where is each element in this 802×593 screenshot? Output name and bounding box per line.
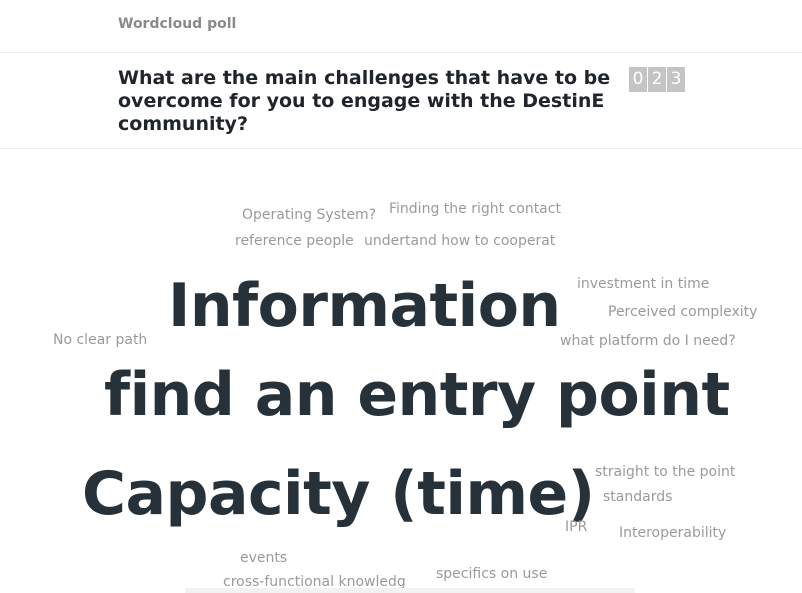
- wordcloud-word: IPR: [565, 519, 588, 535]
- wordcloud-word: No clear path: [53, 332, 148, 348]
- wordcloud-poll-page: Wordcloud poll What are the main challen…: [0, 0, 802, 593]
- question-section: What are the main challenges that have t…: [0, 53, 802, 149]
- wordcloud-word: specifics on use: [436, 566, 548, 582]
- wordcloud-word: what platform do I need?: [560, 333, 736, 349]
- poll-type-label: Wordcloud poll: [118, 16, 237, 32]
- wordcloud-word: reference people: [235, 233, 354, 249]
- wordcloud-word: Interoperability: [619, 525, 727, 541]
- wordcloud-word: undertand how to cooperat: [364, 233, 556, 249]
- wordcloud-word: Capacity (time): [82, 459, 595, 529]
- wordcloud-word: events: [240, 550, 288, 566]
- wordcloud-word: Finding the right contact: [389, 201, 561, 217]
- wordcloud-word: investment in time: [577, 276, 710, 292]
- divider: [185, 588, 635, 593]
- wordcloud-word: Information: [168, 271, 561, 341]
- poll-question: What are the main challenges that have t…: [118, 67, 611, 135]
- response-counter-digit: 0: [629, 67, 647, 92]
- response-counter-digit: 2: [648, 67, 666, 92]
- wordcloud-word: Operating System?: [242, 207, 377, 223]
- wordcloud-word: find an entry point: [104, 360, 730, 430]
- wordcloud-word: straight to the point: [595, 464, 736, 480]
- poll-header: Wordcloud poll: [0, 0, 802, 53]
- wordcloud: Operating System? Finding the right cont…: [0, 149, 802, 593]
- response-counter: 0 2 3: [629, 67, 685, 92]
- response-counter-digit: 3: [667, 67, 685, 92]
- wordcloud-word: standards: [603, 489, 673, 505]
- wordcloud-word: Perceived complexity: [608, 304, 758, 320]
- wordcloud-word: cross-functional knowledg: [223, 574, 406, 590]
